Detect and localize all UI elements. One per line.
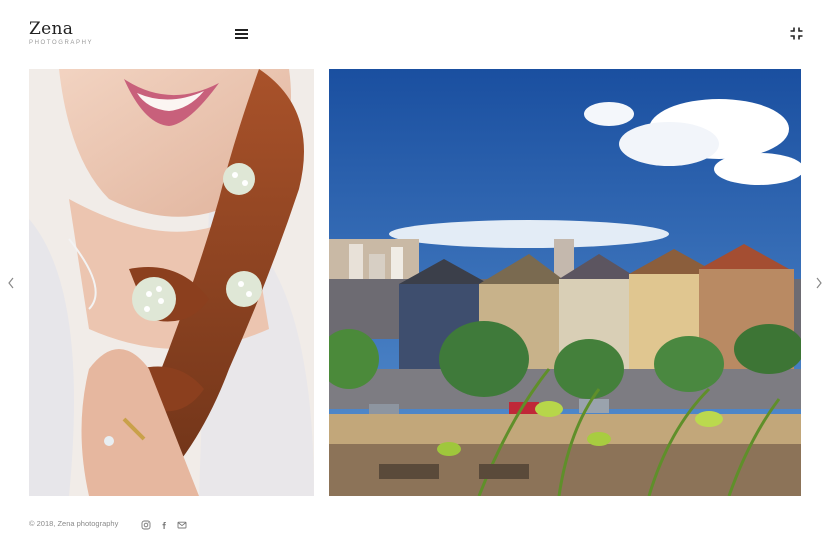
slide-city-photo[interactable] (329, 69, 801, 496)
copyright-text: © 2018, Zena photography (29, 519, 119, 528)
instagram-icon[interactable] (141, 517, 151, 530)
footer: © 2018, Zena photography (29, 517, 799, 531)
hamburger-menu-icon[interactable] (235, 29, 248, 39)
logo-subtitle: PHOTOGRAPHY (29, 40, 94, 46)
social-links (141, 517, 187, 530)
slide-bride-photo[interactable] (29, 69, 314, 496)
mail-icon[interactable] (177, 517, 187, 529)
site-logo[interactable]: Zena PHOTOGRAPHY (29, 20, 93, 46)
logo-title: Zena (29, 19, 74, 39)
facebook-icon[interactable] (159, 517, 169, 529)
chevron-right-icon[interactable] (814, 276, 824, 290)
chevron-left-icon[interactable] (6, 276, 16, 290)
collapse-fullscreen-icon[interactable] (790, 27, 803, 40)
